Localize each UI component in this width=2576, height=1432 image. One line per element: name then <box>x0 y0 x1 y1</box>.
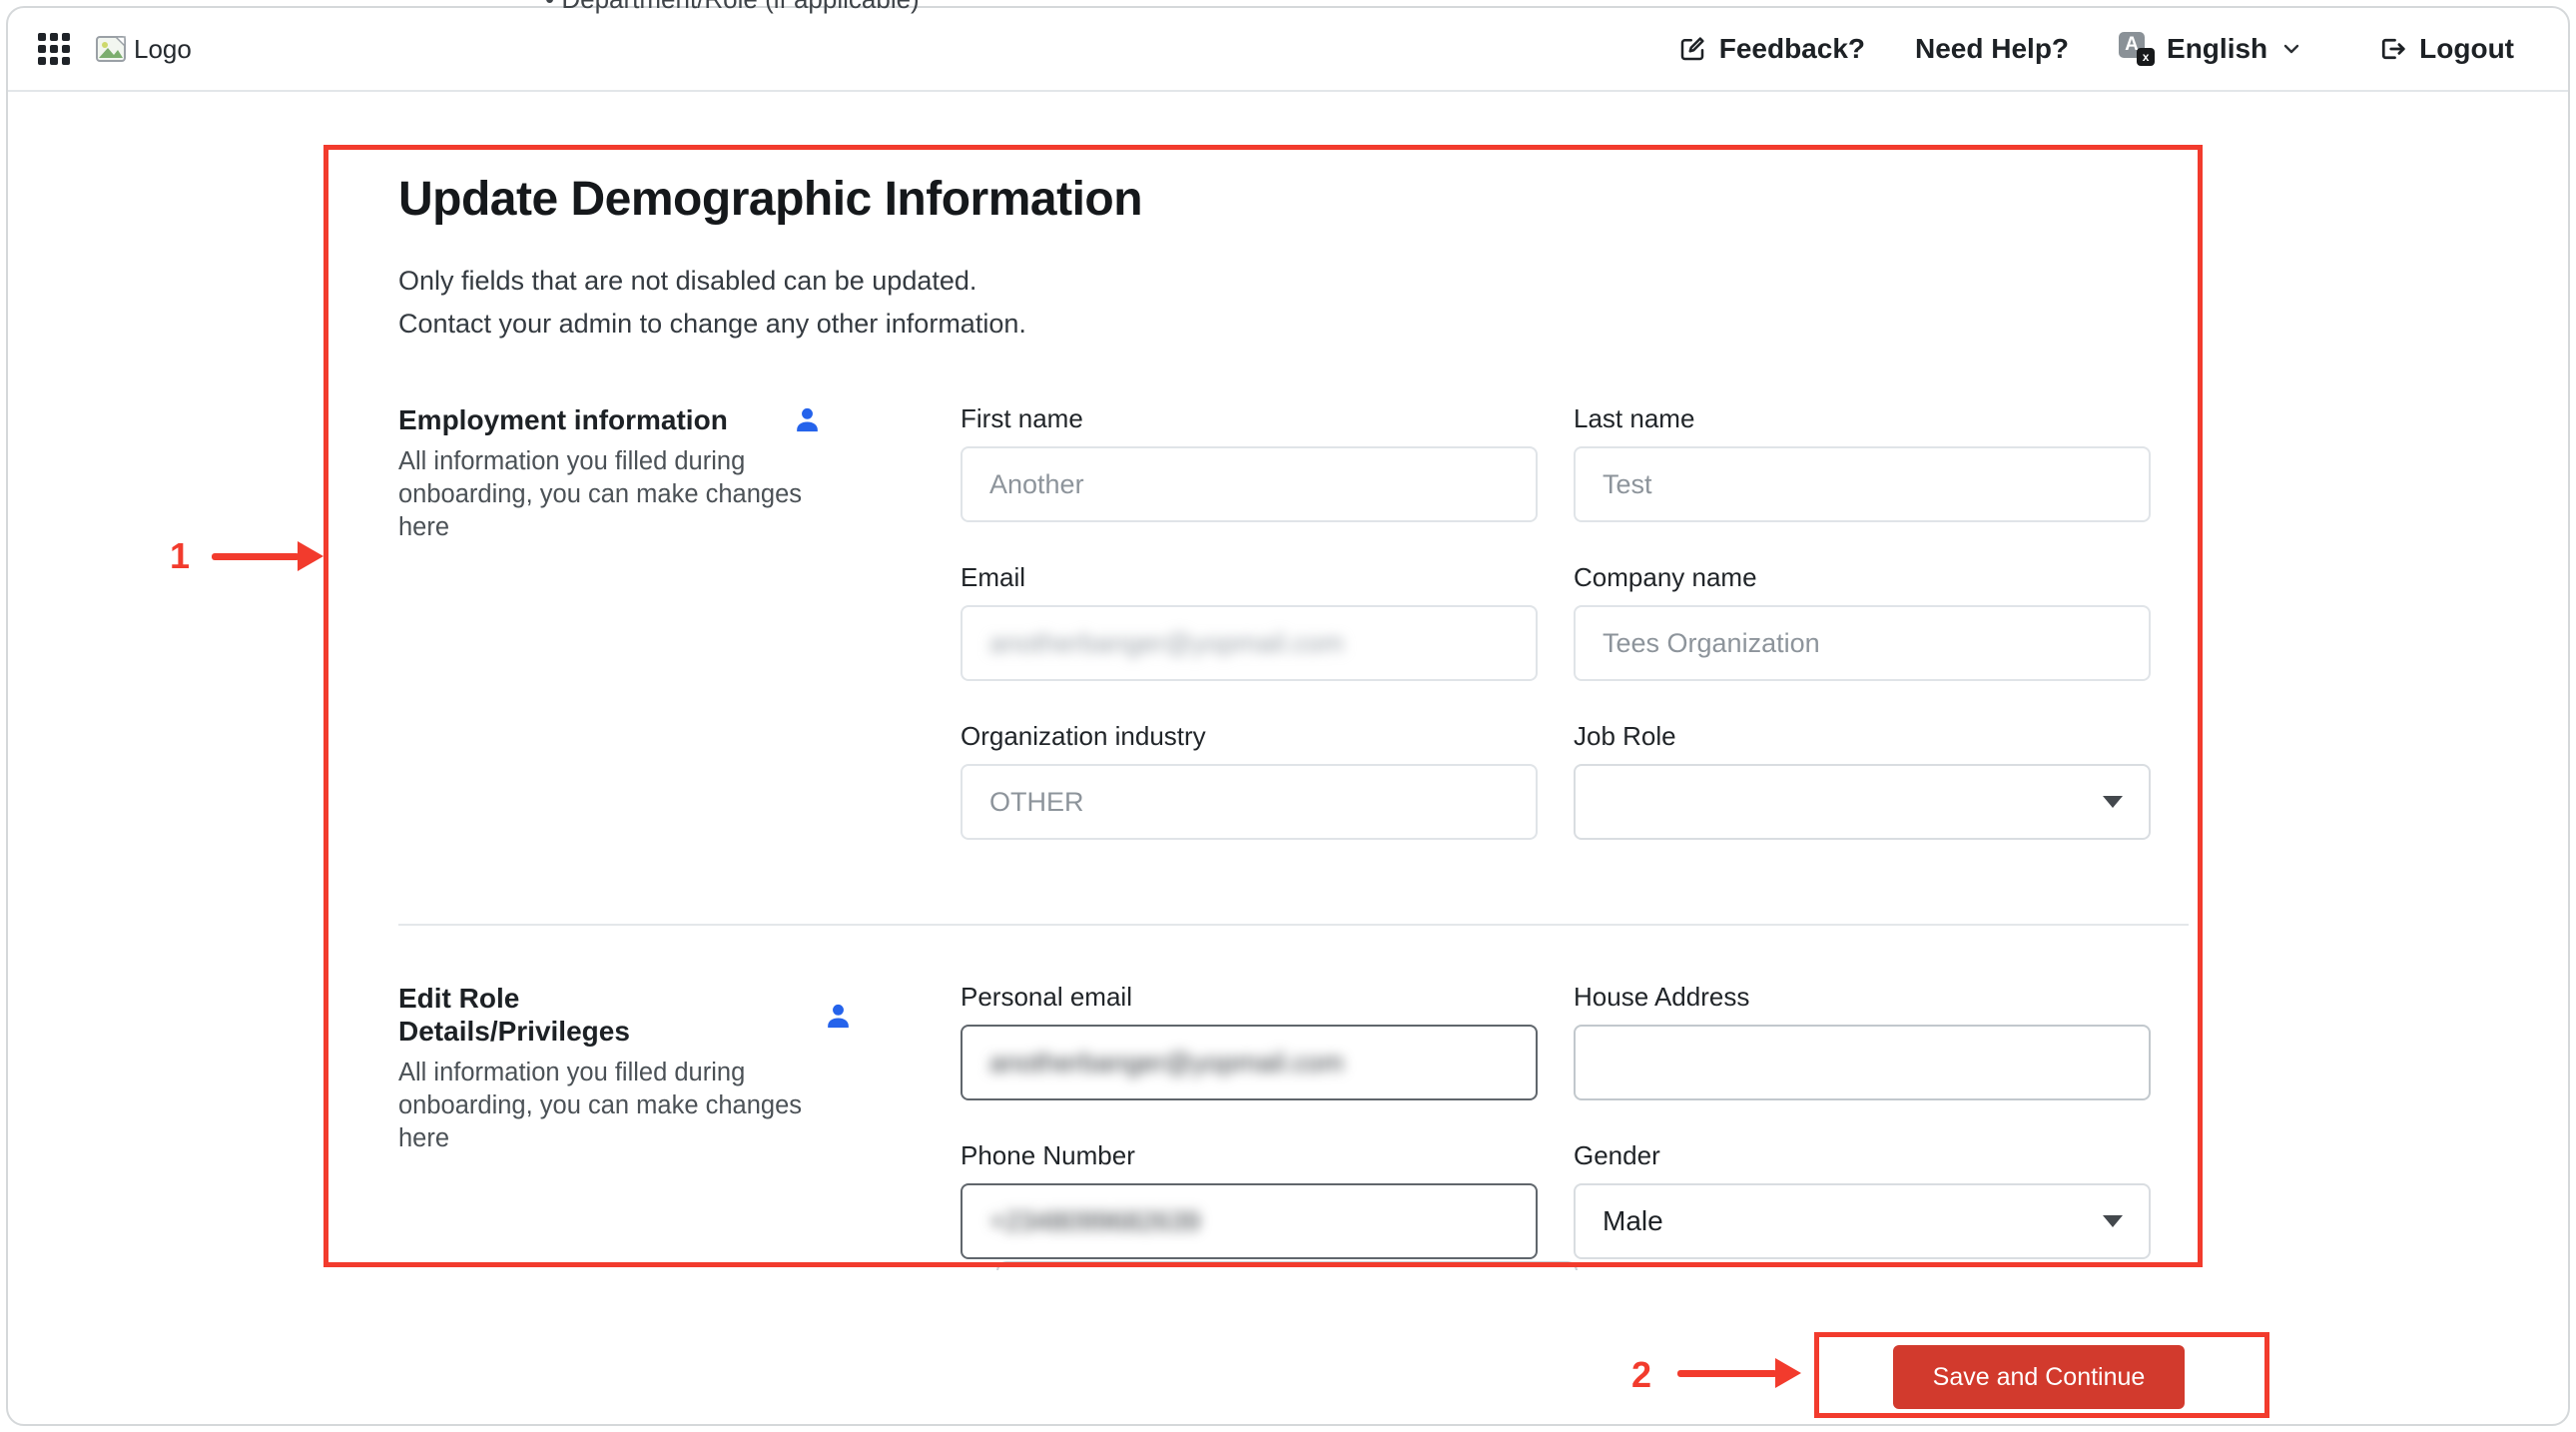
app-window: Logo Feedback? Need Help? A x <box>6 6 2570 1426</box>
job-role-select[interactable] <box>1574 764 2151 840</box>
personal-email-input[interactable]: anotherbanger@yopmail.com <box>961 1025 1538 1100</box>
organization-industry-input: OTHER <box>961 764 1538 840</box>
language-selector[interactable]: A x English <box>2119 32 2303 66</box>
language-label: English <box>2167 33 2267 65</box>
first-name-field: First name Another <box>961 403 1538 522</box>
email-label: Email <box>961 562 1538 592</box>
role-details-description: All information you filled during onboar… <box>398 1057 838 1155</box>
personal-email-field: Personal email anotherbanger@yopmail.com <box>961 982 1538 1100</box>
job-role-field: Job Role <box>1574 721 2151 840</box>
employment-description: All information you filled during onboar… <box>398 445 838 544</box>
logo[interactable]: Logo <box>96 34 192 65</box>
dropdown-arrow-icon <box>2103 796 2123 808</box>
last-name-field: Last name Test <box>1574 403 2151 522</box>
gender-label: Gender <box>1574 1140 2151 1170</box>
chevron-down-icon <box>2279 37 2303 61</box>
house-address-label: House Address <box>1574 982 2151 1012</box>
feedback-label: Feedback? <box>1719 33 1865 65</box>
logout-button[interactable]: Logout <box>2377 33 2514 65</box>
person-icon <box>792 404 823 435</box>
personal-email-label: Personal email <box>961 982 1538 1012</box>
translate-icon: A x <box>2119 32 2155 66</box>
feedback-edit-icon <box>1677 34 1707 64</box>
personal-email-blurred-value: anotherbanger@yopmail.com <box>989 1048 1344 1078</box>
feedback-button[interactable]: Feedback? <box>1677 33 1865 65</box>
save-and-continue-button[interactable]: Save and Continue <box>1893 1345 2185 1409</box>
first-name-input: Another <box>961 446 1538 522</box>
employment-section: Employment information All information y… <box>398 403 2206 840</box>
gender-value: Male <box>1603 1205 1663 1237</box>
email-blurred-value: anotherbanger@yopmail.com <box>989 628 1344 659</box>
company-name-label: Company name <box>1574 562 2151 592</box>
logout-label: Logout <box>2419 33 2514 65</box>
logo-alt-text: Logo <box>134 34 192 65</box>
logout-icon <box>2377 34 2407 64</box>
role-details-section-header: Edit Role Details/Privileges All informa… <box>398 982 961 1259</box>
employment-section-header: Employment information All information y… <box>398 403 961 840</box>
gender-select[interactable]: Male <box>1574 1183 2151 1259</box>
broken-image-icon <box>96 36 126 62</box>
subtitle-line-2: Contact your admin to change any other i… <box>398 303 2206 346</box>
house-address-field: House Address <box>1574 982 2151 1100</box>
company-name-input: Tees Organization <box>1574 605 2151 681</box>
demographic-form: Update Demographic Information Only fiel… <box>336 158 2206 1270</box>
house-address-input[interactable] <box>1574 1025 2151 1100</box>
role-details-fields: Personal email anotherbanger@yopmail.com… <box>961 982 2151 1259</box>
gender-field: Gender Male <box>1574 1140 2151 1259</box>
form-subtitle: Only fields that are not disabled can be… <box>398 260 2206 346</box>
section-divider <box>398 924 2189 926</box>
last-name-input: Test <box>1574 446 2151 522</box>
phone-number-field: Phone Number +2348099682639 <box>961 1140 1538 1259</box>
cutoff-next-input <box>996 1261 1578 1270</box>
phone-number-label: Phone Number <box>961 1140 1538 1170</box>
person-icon <box>823 1001 854 1032</box>
employment-fields: First name Another Last name Test Email … <box>961 403 2151 840</box>
top-nav: Logo Feedback? Need Help? A x <box>8 8 2568 92</box>
role-details-heading: Edit Role Details/Privileges <box>398 982 648 1048</box>
page-title: Update Demographic Information <box>398 174 2206 226</box>
first-name-label: First name <box>961 403 1538 433</box>
role-details-section: Edit Role Details/Privileges All informa… <box>398 982 2206 1259</box>
last-name-label: Last name <box>1574 403 2151 433</box>
company-name-field: Company name Tees Organization <box>1574 562 2151 681</box>
organization-industry-label: Organization industry <box>961 721 1538 751</box>
job-role-label: Job Role <box>1574 721 2151 751</box>
subtitle-line-1: Only fields that are not disabled can be… <box>398 260 2206 303</box>
email-input: anotherbanger@yopmail.com <box>961 605 1538 681</box>
phone-number-input[interactable]: +2348099682639 <box>961 1183 1538 1259</box>
apps-grid-icon[interactable] <box>38 33 70 65</box>
need-help-button[interactable]: Need Help? <box>1915 33 2069 65</box>
employment-heading: Employment information <box>398 403 925 436</box>
need-help-label: Need Help? <box>1915 33 2069 65</box>
nav-actions: Feedback? Need Help? A x English <box>1677 32 2514 66</box>
organization-industry-field: Organization industry OTHER <box>961 721 1538 840</box>
dropdown-arrow-icon <box>2103 1215 2123 1227</box>
cutoff-list-item: • Department/Role (if applicable) <box>545 0 920 15</box>
phone-number-blurred-value: +2348099682639 <box>989 1206 1200 1237</box>
email-field: Email anotherbanger@yopmail.com <box>961 562 1538 681</box>
